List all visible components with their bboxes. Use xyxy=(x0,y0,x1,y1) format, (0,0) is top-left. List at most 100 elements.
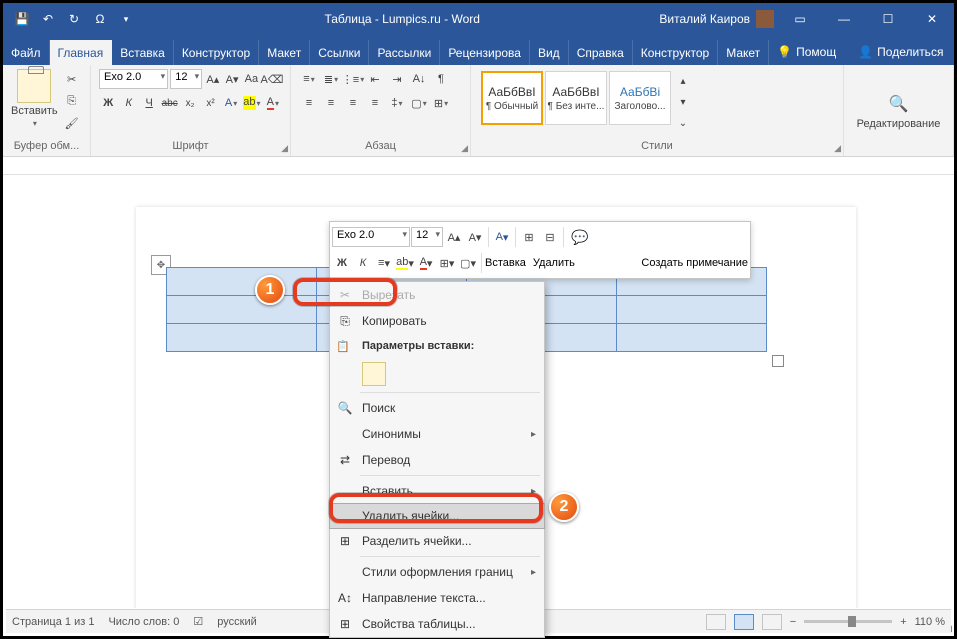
style-normal[interactable]: АаБбВвІ ¶ Обычный xyxy=(481,71,543,125)
style-no-spacing[interactable]: АаБбВвІ ¶ Без инте... xyxy=(545,71,607,125)
zoom-value[interactable]: 110 % xyxy=(915,616,945,628)
status-language[interactable]: русский xyxy=(217,616,256,628)
close-button[interactable]: ✕ xyxy=(910,3,954,35)
view-print-icon[interactable] xyxy=(734,614,754,630)
redo-icon[interactable]: ↻ xyxy=(65,10,83,28)
menu-text-direction[interactable]: A↕Направление текста... xyxy=(330,585,544,611)
align-right-icon[interactable]: ≡ xyxy=(343,93,363,113)
mini-comment-label[interactable]: Создать примечание xyxy=(641,257,748,269)
zoom-out-button[interactable]: − xyxy=(790,616,796,628)
mini-insert-table-icon[interactable]: ⊞ xyxy=(519,227,539,247)
undo-icon[interactable]: ↶ xyxy=(39,10,57,28)
view-web-icon[interactable] xyxy=(762,614,782,630)
styles-up-icon[interactable]: ▴ xyxy=(673,71,693,91)
mini-delete-table-icon[interactable]: ⊟ xyxy=(540,227,560,247)
increase-indent-icon[interactable]: ⇥ xyxy=(387,69,407,89)
menu-search[interactable]: 🔍Поиск xyxy=(330,395,544,421)
align-left-icon[interactable]: ≡ xyxy=(299,93,319,113)
tab-layout[interactable]: Макет xyxy=(259,40,310,65)
font-size-select[interactable]: 12 xyxy=(170,69,202,89)
tab-help[interactable]: Справка xyxy=(569,40,633,65)
highlight-icon[interactable]: ab▾ xyxy=(242,93,261,113)
share-button[interactable]: 👤Поделиться xyxy=(844,39,957,65)
tab-insert[interactable]: Вставка xyxy=(112,40,174,65)
menu-table-properties[interactable]: ⊞Свойства таблицы... xyxy=(330,611,544,637)
view-read-icon[interactable] xyxy=(706,614,726,630)
styles-more-icon[interactable]: ⌄ xyxy=(673,113,693,133)
justify-icon[interactable]: ≡ xyxy=(365,93,385,113)
menu-copy[interactable]: ⎘Копировать xyxy=(330,308,544,334)
menu-synonyms[interactable]: Синонимы▸ xyxy=(330,421,544,447)
tab-file[interactable]: Файл xyxy=(3,40,50,65)
strike-button[interactable]: abc xyxy=(160,93,178,113)
text-effects-icon[interactable]: A▾ xyxy=(222,93,240,113)
clear-format-icon[interactable]: A⌫ xyxy=(262,69,282,89)
mini-comment-button[interactable]: 💬 xyxy=(567,227,592,248)
superscript-button[interactable]: x² xyxy=(201,93,219,113)
mini-delete-label[interactable]: Удалить xyxy=(533,257,575,269)
qat-more-icon[interactable]: ▾ xyxy=(117,10,135,28)
align-center-icon[interactable]: ≡ xyxy=(321,93,341,113)
status-page[interactable]: Страница 1 из 1 xyxy=(12,616,94,628)
mini-font-size[interactable]: 12 xyxy=(411,227,443,247)
mini-align-icon[interactable]: ≡▾ xyxy=(374,253,394,273)
zoom-in-button[interactable]: + xyxy=(900,616,906,628)
font-color-icon[interactable]: A▾ xyxy=(264,93,282,113)
table-resize-handle[interactable] xyxy=(772,355,784,367)
user-account[interactable]: Виталий Каиров xyxy=(659,10,778,28)
cut-icon[interactable]: ✂ xyxy=(62,69,82,89)
numbering-icon[interactable]: ≣▾ xyxy=(321,69,341,89)
paste-option-1[interactable] xyxy=(362,362,386,386)
bullets-icon[interactable]: ≡▾ xyxy=(299,69,319,89)
mini-italic-button[interactable]: К xyxy=(353,253,373,273)
symbol-icon[interactable]: Ω xyxy=(91,10,109,28)
mini-styles-icon[interactable]: A▾ xyxy=(492,227,512,247)
tab-home[interactable]: Главная xyxy=(50,40,113,65)
mini-highlight-icon[interactable]: ab▾ xyxy=(395,253,415,273)
italic-button[interactable]: К xyxy=(119,93,137,113)
ribbon-options-icon[interactable]: ▭ xyxy=(778,3,822,35)
mini-shrink-font-icon[interactable]: A▾ xyxy=(465,227,485,247)
grow-font-icon[interactable]: A▴ xyxy=(204,69,221,89)
tab-review[interactable]: Рецензирова xyxy=(440,40,530,65)
tab-design[interactable]: Конструктор xyxy=(174,40,259,65)
find-icon[interactable]: 🔍 xyxy=(889,94,909,114)
tell-me[interactable]: 💡Помощ xyxy=(769,39,844,65)
menu-border-styles[interactable]: Стили оформления границ▸ xyxy=(330,559,544,585)
tab-view[interactable]: Вид xyxy=(530,40,569,65)
maximize-button[interactable]: ☐ xyxy=(866,3,910,35)
font-name-select[interactable]: Exo 2.0 xyxy=(99,69,168,89)
subscript-button[interactable]: x₂ xyxy=(181,93,199,113)
mini-shading-icon[interactable]: ▢▾ xyxy=(458,253,478,273)
tab-table-design[interactable]: Конструктор xyxy=(633,40,718,65)
tab-mailings[interactable]: Рассылки xyxy=(369,40,440,65)
change-case-icon[interactable]: Aa xyxy=(243,69,260,89)
mini-borders-icon[interactable]: ⊞▾ xyxy=(437,253,457,273)
mini-font-color-icon[interactable]: A▾ xyxy=(416,253,436,273)
mini-grow-font-icon[interactable]: A▴ xyxy=(444,227,464,247)
borders-icon[interactable]: ⊞▾ xyxy=(431,93,451,113)
bold-button[interactable]: Ж xyxy=(99,93,117,113)
multilevel-icon[interactable]: ⋮≡▾ xyxy=(343,69,363,89)
save-icon[interactable]: 💾 xyxy=(13,10,31,28)
sort-icon[interactable]: A↓ xyxy=(409,69,429,89)
paste-button[interactable]: Вставить ▾ xyxy=(11,69,58,133)
tab-references[interactable]: Ссылки xyxy=(310,40,369,65)
underline-button[interactable]: Ч xyxy=(140,93,158,113)
style-heading1[interactable]: АаБбВі Заголово... xyxy=(609,71,671,125)
status-words[interactable]: Число слов: 0 xyxy=(108,616,179,628)
minimize-button[interactable]: — xyxy=(822,3,866,35)
mini-font-name[interactable]: Exo 2.0 xyxy=(332,227,410,247)
zoom-slider[interactable] xyxy=(804,620,892,623)
line-spacing-icon[interactable]: ‡▾ xyxy=(387,93,407,113)
format-painter-icon[interactable]: 🖌 xyxy=(62,113,82,133)
tab-table-layout[interactable]: Макет xyxy=(718,40,769,65)
decrease-indent-icon[interactable]: ⇤ xyxy=(365,69,385,89)
styles-down-icon[interactable]: ▾ xyxy=(673,92,693,112)
menu-split-cells[interactable]: ⊞Разделить ячейки... xyxy=(330,528,544,554)
show-marks-icon[interactable]: ¶ xyxy=(431,69,451,89)
shading-icon[interactable]: ▢▾ xyxy=(409,93,429,113)
status-spellcheck-icon[interactable]: ☑ xyxy=(193,615,203,628)
mini-insert-label[interactable]: Вставка xyxy=(485,257,526,269)
menu-translate[interactable]: ⇄Перевод xyxy=(330,447,544,473)
